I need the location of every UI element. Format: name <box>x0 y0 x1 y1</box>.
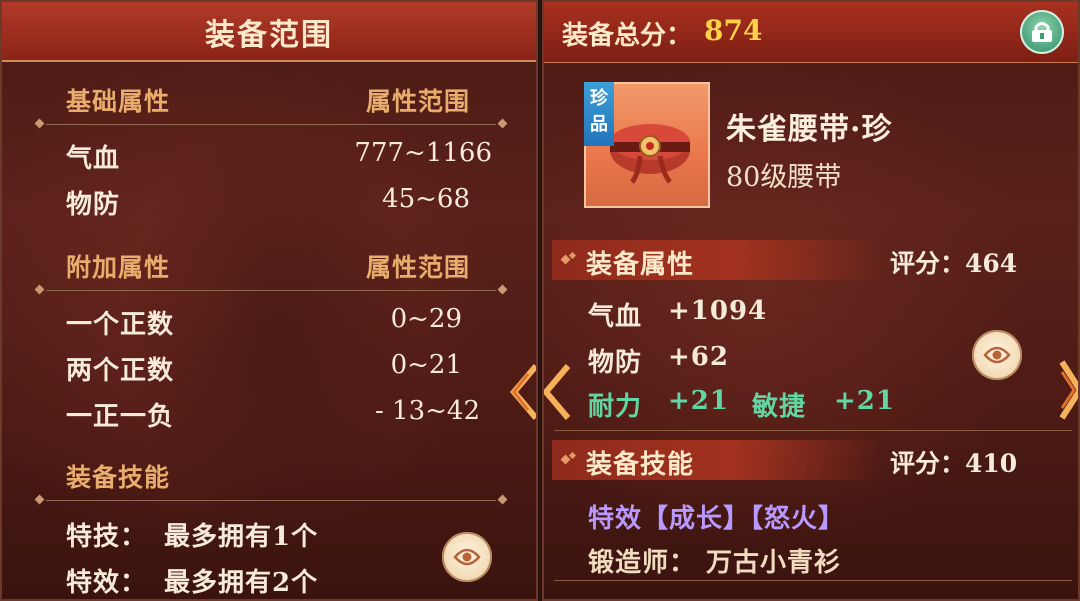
attr-label: 物防 <box>588 348 643 378</box>
base-row-label: 物防 <box>66 190 121 220</box>
lock-button[interactable] <box>1020 10 1064 54</box>
extra-row-label: 一个正数 <box>66 310 175 340</box>
item-subtitle: 80级腰带 <box>726 162 842 193</box>
base-range-header: 属性范围 <box>366 87 471 116</box>
skill-row-value: 最多拥有2个 <box>164 568 319 598</box>
attributes-score: 评分：464 <box>890 249 1018 278</box>
divider <box>554 430 1072 431</box>
divider <box>34 284 508 296</box>
preview-button[interactable] <box>972 330 1022 380</box>
lock-icon <box>1032 22 1052 42</box>
extra-row-label: 一正一负 <box>66 402 175 432</box>
extra-row-value: - 13~42 <box>374 396 480 426</box>
chevron-left-icon-extension <box>544 364 571 420</box>
panel-title: 装备范围 <box>205 18 333 53</box>
rarity-badge: 珍品 <box>584 82 614 146</box>
skills-section-header: 装备技能 <box>552 440 882 480</box>
bonus-attr-value: +21 <box>834 386 895 416</box>
chevron-left-icon[interactable] <box>508 364 538 420</box>
skill-row-value: 最多拥有1个 <box>164 522 319 552</box>
bonus-attr-value: +21 <box>668 386 729 416</box>
skills-section-title: 装备技能 <box>586 450 695 480</box>
total-score-value: 874 <box>704 14 763 47</box>
divider <box>554 580 1072 581</box>
attributes-section-title: 装备属性 <box>586 250 695 280</box>
total-score-label: 装备总分： <box>562 21 693 51</box>
eye-icon <box>983 346 1011 364</box>
skills-score: 评分：410 <box>890 449 1018 478</box>
equipment-range-panel: 装备范围 基础属性 属性范围 气血 777~1166 物防 45~68 附加属性… <box>0 0 538 601</box>
extra-range-header: 属性范围 <box>366 253 471 282</box>
base-row-label: 气血 <box>66 144 121 174</box>
equipment-detail-panel: 装备总分： 874 珍品 朱雀腰带·珍 80级腰带 装备属性 评分：464 气血… <box>542 0 1080 601</box>
base-attr-header: 基础属性 <box>66 87 171 116</box>
attributes-section-header: 装备属性 <box>552 240 882 280</box>
panel-header: 装备范围 <box>2 2 536 62</box>
score-header: 装备总分： 874 <box>544 2 1078 63</box>
item-name: 朱雀腰带·珍 <box>726 112 893 147</box>
attr-value: +1094 <box>668 296 768 326</box>
bonus-attr-label: 敏捷 <box>752 392 807 422</box>
item-icon-frame[interactable]: 珍品 <box>584 82 710 208</box>
skill-row-label: 特效： <box>66 568 148 598</box>
extra-attr-header: 附加属性 <box>66 253 171 282</box>
extra-row-value: 0~29 <box>390 304 462 334</box>
bonus-attr-label: 耐力 <box>588 392 643 422</box>
skills-header: 装备技能 <box>66 463 171 492</box>
chevron-right-icon[interactable] <box>1058 358 1080 422</box>
base-row-value: 45~68 <box>382 184 470 214</box>
preview-button[interactable] <box>442 532 492 582</box>
eye-icon <box>453 548 481 566</box>
special-effect-text: 特效【成长】【怒火】 <box>588 504 846 534</box>
extra-row-label: 两个正数 <box>66 356 175 386</box>
base-row-value: 777~1166 <box>354 138 492 168</box>
extra-row-value: 0~21 <box>390 350 462 380</box>
divider <box>34 118 508 130</box>
divider <box>34 494 508 506</box>
attr-value: +62 <box>668 342 729 372</box>
attr-label: 气血 <box>588 302 643 332</box>
skill-row-label: 特技： <box>66 522 148 552</box>
forger-text: 锻造师： 万古小青衫 <box>588 548 842 578</box>
